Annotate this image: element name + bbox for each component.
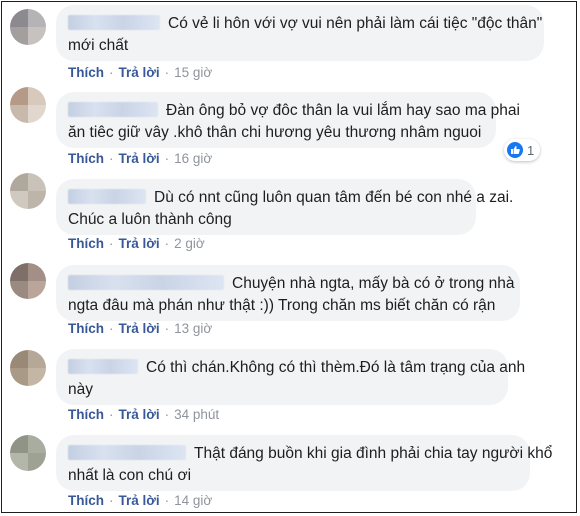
reply-button[interactable]: Trả lời: [119, 407, 160, 422]
comment-bubble: Có thì chán.Không có thì thèm.Đó là tâm …: [56, 349, 525, 405]
avatar[interactable]: [10, 350, 46, 386]
comment-time[interactable]: 13 giờ: [174, 321, 212, 336]
avatar[interactable]: [10, 173, 46, 209]
comment-text-line-1: Có thì chán.Không có thì thèm.Đó là tâm …: [146, 359, 526, 376]
commenter-name[interactable]: [68, 359, 138, 374]
comment-time[interactable]: 2 giờ: [174, 236, 205, 251]
like-button[interactable]: Thích: [68, 321, 104, 336]
commenter-name[interactable]: [68, 275, 224, 290]
thumbs-up-icon: [507, 142, 523, 158]
comments-panel: Có vẻ li hôn với vợ vui nên phải làm cái…: [1, 1, 577, 513]
reply-button[interactable]: Trả lời: [119, 493, 160, 508]
comment-actions: Thích · Trả lời · 16 giờ: [68, 151, 213, 166]
comment-time[interactable]: 16 giờ: [174, 151, 212, 166]
reply-button[interactable]: Trả lời: [119, 151, 160, 166]
reaction-count: 1: [527, 142, 535, 158]
like-button[interactable]: Thích: [68, 65, 104, 80]
reaction-summary[interactable]: 1: [504, 139, 541, 161]
commenter-name[interactable]: [68, 189, 146, 204]
comment-bubble: Đàn ông bỏ vợ đôc thân la vui lắm hay sa…: [56, 92, 520, 148]
comment-actions: Thích · Trả lời · 15 giờ: [68, 65, 213, 80]
comment-text-line-2: ngta đâu mà phán như thật :)) Trong chăn…: [68, 297, 496, 314]
like-button[interactable]: Thích: [68, 236, 104, 251]
comment-text-line-1: Thật đáng buồn khi gia đình phải chia ta…: [194, 445, 553, 462]
commenter-name[interactable]: [68, 15, 160, 30]
reply-button[interactable]: Trả lời: [119, 65, 160, 80]
avatar[interactable]: [10, 87, 46, 123]
like-button[interactable]: Thích: [68, 493, 104, 508]
like-button[interactable]: Thích: [68, 407, 104, 422]
comment-text-line-2: mới chất: [68, 37, 129, 54]
avatar[interactable]: [10, 9, 46, 45]
comment-actions: Thích · Trả lời · 34 phút: [68, 407, 220, 422]
comment-bubble: Dù có nnt cũng luôn quan tâm đến bé con …: [56, 179, 513, 235]
comment-actions: Thích · Trả lời · 2 giờ: [68, 236, 205, 251]
comment-actions: Thích · Trả lời · 14 giờ: [68, 493, 213, 508]
comment-text-line-1: Đàn ông bỏ vợ đôc thân la vui lắm hay sa…: [166, 102, 520, 119]
comment-time[interactable]: 15 giờ: [174, 65, 212, 80]
comment-actions: Thích · Trả lời · 13 giờ: [68, 321, 213, 336]
comment-text-line-1: Dù có nnt cũng luôn quan tâm đến bé con …: [154, 189, 514, 206]
reply-button[interactable]: Trả lời: [119, 236, 160, 251]
commenter-name[interactable]: [68, 102, 158, 117]
comment-text-line-2: nhất là con chú ơi: [68, 467, 192, 484]
commenter-name[interactable]: [68, 445, 186, 460]
like-button[interactable]: Thích: [68, 151, 104, 166]
comment-text-line-2: ăn tiêc giữ vây .khô thân chi hương yêu …: [68, 124, 482, 141]
comment-text-line-1: Có vẻ li hôn với vợ vui nên phải làm cái…: [168, 15, 543, 32]
comment-text-line-1: Chuyện nhà ngta, mấy bà có ở trong nhà: [232, 275, 515, 292]
reply-button[interactable]: Trả lời: [119, 321, 160, 336]
comment-text-line-2: này: [68, 381, 93, 398]
comment-bubble: Thật đáng buồn khi gia đình phải chia ta…: [56, 435, 552, 491]
comment-time[interactable]: 34 phút: [174, 407, 219, 422]
avatar[interactable]: [10, 435, 46, 471]
comment-bubble: Có vẻ li hôn với vợ vui nên phải làm cái…: [56, 5, 544, 61]
comment-time[interactable]: 14 giờ: [174, 493, 212, 508]
comment-bubble: Chuyện nhà ngta, mấy bà có ở trong nhà n…: [56, 265, 520, 321]
comment-text-line-2: Chúc a luôn thành công: [68, 211, 232, 228]
avatar[interactable]: [10, 263, 46, 299]
